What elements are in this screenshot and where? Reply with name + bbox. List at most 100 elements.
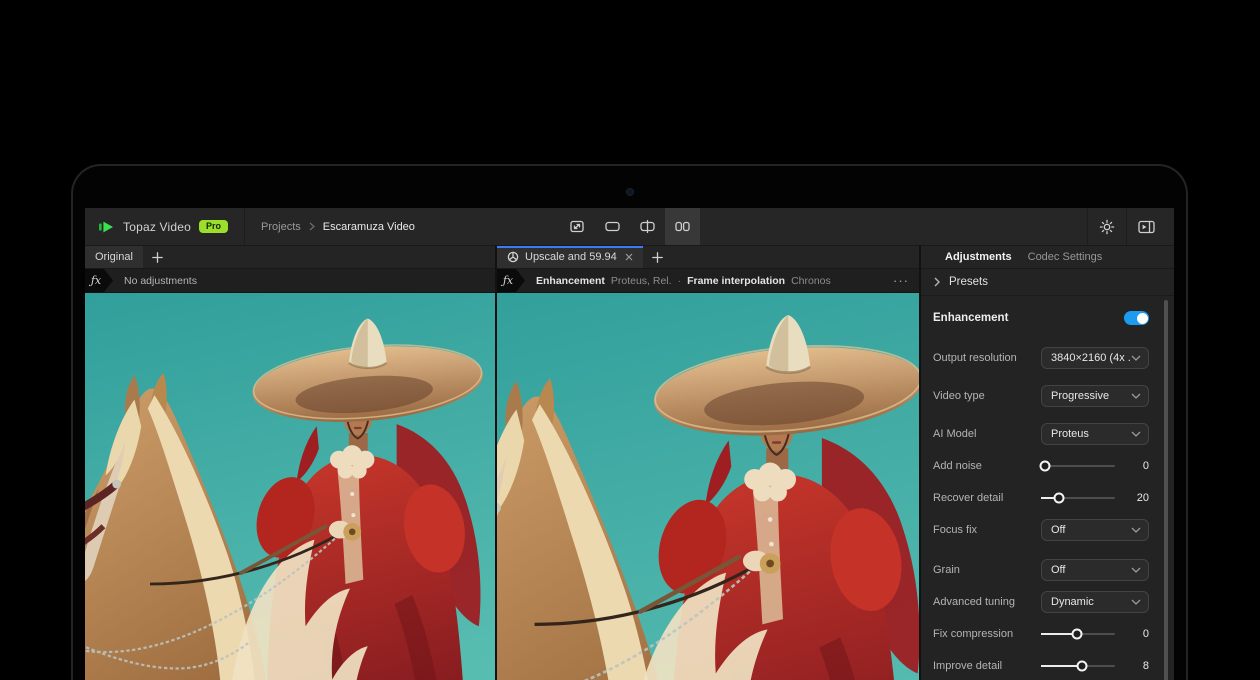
fit-view-icon (570, 220, 584, 233)
focus-fix-dropdown[interactable]: Off (1041, 519, 1149, 541)
video-type-dropdown[interactable]: Progressive (1041, 385, 1149, 407)
chevron-down-icon (1131, 431, 1141, 437)
plus-icon (152, 252, 163, 263)
add-noise-slider-track[interactable] (1041, 465, 1115, 467)
tab-codec-settings[interactable]: Codec Settings (1028, 251, 1103, 263)
breadcrumb-projects[interactable]: Projects (261, 221, 301, 233)
original-video-preview[interactable] (85, 293, 495, 680)
tab-upscale[interactable]: Upscale and 59.94 (497, 246, 643, 268)
workspace: Original ƒx No adjustments (85, 246, 1174, 680)
panel-tab-bar: Adjustments Codec Settings (921, 246, 1174, 269)
original-pane: Original ƒx No adjustments (85, 246, 497, 680)
split-view-icon (640, 220, 655, 233)
close-icon (625, 253, 633, 261)
breadcrumb: Projects Escaramuza Video (245, 221, 431, 233)
panel-body: Enhancement Output resolution 3840×2160 … (921, 296, 1174, 680)
export-panel-icon (1138, 220, 1155, 234)
recover-detail-value: 20 (1119, 492, 1149, 504)
enhancement-label: Enhancement (933, 312, 1008, 324)
improve-detail-slider-knob[interactable] (1076, 661, 1087, 672)
topbar-right-icons (1086, 208, 1174, 245)
fix-compression-value: 0 (1119, 628, 1149, 640)
fit-view-button[interactable] (560, 208, 595, 245)
right-icons-divider-2 (1126, 208, 1127, 245)
settings-button[interactable] (1089, 208, 1125, 245)
plus-icon (652, 252, 663, 263)
enhancement-toggle[interactable] (1124, 311, 1149, 325)
split-view-button[interactable] (630, 208, 665, 245)
improve-detail-slider-track[interactable] (1041, 665, 1115, 667)
video-type-value: Progressive (1051, 390, 1131, 402)
pro-badge: Pro (199, 220, 228, 233)
right-icons-divider (1087, 208, 1088, 245)
single-view-button[interactable] (595, 208, 630, 245)
laptop-frame: Topaz Video Pro Projects Escaramuza Vide… (71, 164, 1188, 680)
side-by-side-view-icon (675, 221, 690, 232)
tab-adjustments[interactable]: Adjustments (945, 251, 1012, 263)
recover-detail-slider-knob[interactable] (1053, 493, 1064, 504)
control-row-ai-model: AI Model Proteus (933, 418, 1149, 450)
breadcrumb-chevron-icon (309, 222, 315, 231)
fx-icon: ƒx (497, 269, 525, 292)
ai-model-value: Proteus (1051, 428, 1131, 440)
breadcrumb-current: Escaramuza Video (323, 221, 415, 233)
grain-label: Grain (933, 564, 1041, 576)
recover-detail-slider: 20 (1041, 492, 1149, 504)
gear-icon (1099, 219, 1115, 235)
presets-section-header[interactable]: Presets (921, 269, 1174, 296)
control-row-advanced-tuning: Advanced tuning Dynamic (933, 586, 1149, 618)
brand-area: Topaz Video Pro (85, 208, 244, 245)
recover-detail-label: Recover detail (933, 492, 1041, 504)
toggle-knob (1137, 313, 1148, 324)
chevron-down-icon (1131, 599, 1141, 605)
adjustments-panel: Adjustments Codec Settings Presets Enhan… (921, 246, 1174, 680)
topaz-logo-icon (98, 220, 115, 234)
fix-compression-label: Fix compression (933, 628, 1041, 640)
grain-value: Off (1051, 564, 1131, 576)
upscale-filter-bar: ƒx Enhancement Proteus, Rel. · Frame int… (497, 269, 919, 293)
chevron-down-icon (1131, 527, 1141, 533)
control-row-improve-detail: Improve detail 8 (933, 650, 1149, 680)
output-resolution-dropdown[interactable]: 3840×2160 (4x ... (1041, 347, 1149, 369)
ai-model-dropdown[interactable]: Proteus (1041, 423, 1149, 445)
tab-original[interactable]: Original (85, 246, 143, 268)
chevron-down-icon (1131, 355, 1141, 361)
control-row-grain: Grain Off (933, 554, 1149, 586)
add-noise-label: Add noise (933, 460, 1041, 472)
view-mode-switcher (560, 208, 700, 245)
control-row-add-noise: Add noise 0 (933, 450, 1149, 482)
control-row-fix-compression: Fix compression 0 (933, 618, 1149, 650)
add-noise-slider-knob[interactable] (1039, 461, 1050, 472)
chevron-right-icon (934, 277, 940, 287)
upscale-video-preview[interactable] (497, 293, 919, 680)
chevron-down-icon (1131, 567, 1141, 573)
filter-separator: · (678, 275, 682, 287)
output-resolution-label: Output resolution (933, 352, 1041, 364)
control-row-focus-fix: Focus fix Off (933, 514, 1149, 546)
filter-interpolation-name: Frame interpolation (687, 275, 785, 287)
add-noise-value: 0 (1119, 460, 1149, 472)
fix-compression-slider-track[interactable] (1041, 633, 1115, 635)
recover-detail-slider-track[interactable] (1041, 497, 1115, 499)
improve-detail-label: Improve detail (933, 660, 1041, 672)
tab-close-button[interactable] (625, 253, 633, 261)
fix-compression-slider-knob[interactable] (1072, 629, 1083, 640)
advanced-tuning-label: Advanced tuning (933, 596, 1041, 608)
page-background: Topaz Video Pro Projects Escaramuza Vide… (0, 0, 1260, 680)
video-type-label: Video type (933, 390, 1041, 402)
control-row-output-resolution: Output resolution 3840×2160 (4x ... (933, 342, 1149, 374)
output-resolution-value: 3840×2160 (4x ... (1051, 352, 1131, 364)
add-noise-slider: 0 (1041, 460, 1149, 472)
add-tab-button-left[interactable] (143, 246, 173, 268)
improve-detail-value: 8 (1119, 660, 1149, 672)
control-row-recover-detail: Recover detail 20 (933, 482, 1149, 514)
panel-scrollbar[interactable] (1164, 300, 1168, 680)
advanced-tuning-value: Dynamic (1051, 596, 1131, 608)
add-tab-button-right[interactable] (643, 246, 673, 268)
advanced-tuning-dropdown[interactable]: Dynamic (1041, 591, 1149, 613)
upscale-pane: Upscale and 59.94 (497, 246, 921, 680)
grain-dropdown[interactable]: Off (1041, 559, 1149, 581)
app-window: Topaz Video Pro Projects Escaramuza Vide… (85, 208, 1174, 680)
side-by-side-view-button[interactable] (665, 208, 700, 245)
export-panel-button[interactable] (1128, 208, 1164, 245)
